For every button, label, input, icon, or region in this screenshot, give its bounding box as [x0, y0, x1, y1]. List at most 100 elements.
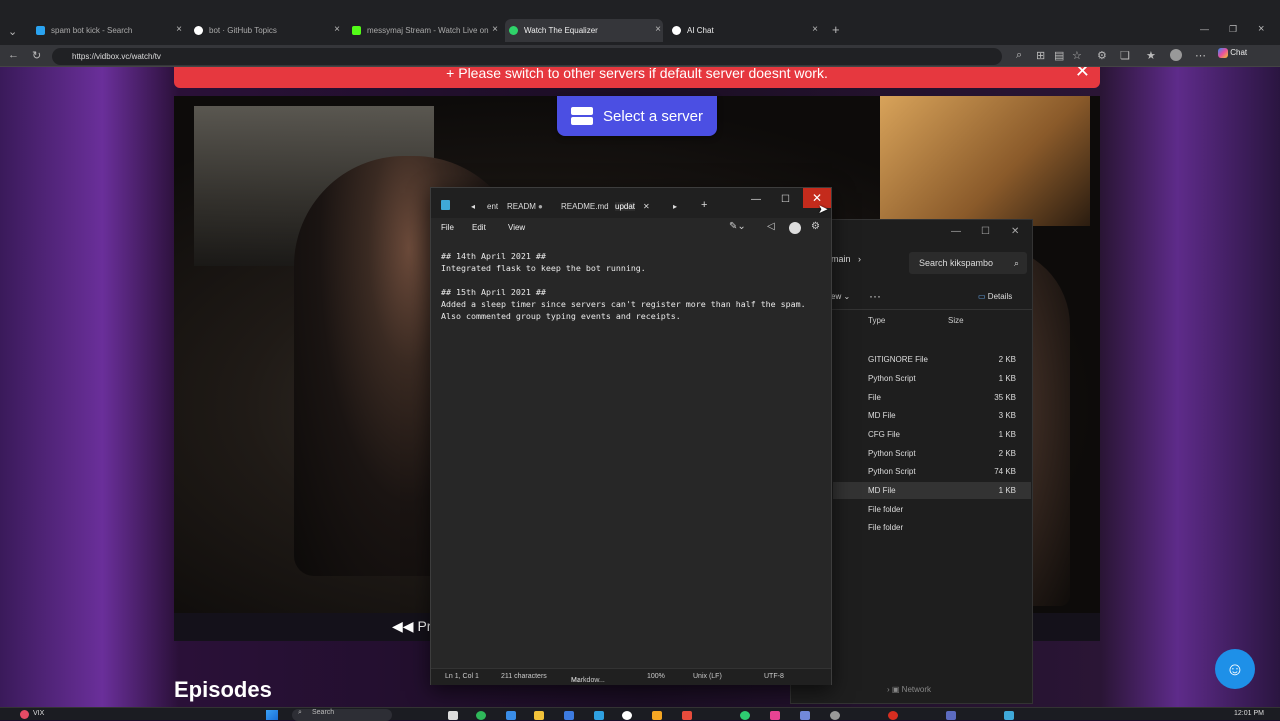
notepad-text-area[interactable]: ## 14th April 2021 ## Integrated flask t…: [441, 250, 829, 322]
notepad-tab[interactable]: README.md: [561, 202, 609, 211]
tab-kick[interactable]: messymaj Stream - Watch Live on ×: [348, 22, 500, 39]
select-server-button[interactable]: Select a server: [557, 96, 717, 136]
minimize-icon[interactable]: —: [751, 194, 761, 205]
new-tab-icon[interactable]: +: [701, 199, 707, 211]
notepad-tab[interactable]: ent: [487, 202, 498, 211]
tab-watch-equalizer[interactable]: Watch The Equalizer ×: [505, 19, 663, 42]
more-icon[interactable]: ···: [869, 289, 881, 303]
app-available-icon[interactable]: ⊞: [1036, 49, 1045, 62]
app-icon[interactable]: [946, 711, 956, 720]
maximize-icon[interactable]: ☐: [781, 194, 790, 205]
refresh-icon[interactable]: ↻: [32, 49, 41, 62]
network-nav-item[interactable]: › ▣ Network: [887, 685, 931, 694]
chatbot-button[interactable]: ☺: [1215, 649, 1255, 689]
view-menu-button[interactable]: ew ⌄: [831, 292, 850, 301]
file-explorer-icon[interactable]: [534, 711, 544, 720]
file-row[interactable]: File 35 KB: [833, 389, 1031, 406]
edge-icon[interactable]: [476, 711, 486, 720]
app-icon[interactable]: [740, 711, 750, 720]
close-icon[interactable]: ✕: [1011, 226, 1019, 237]
zoom-icon[interactable]: ⌕: [1016, 49, 1022, 62]
server-icon: [570, 107, 593, 125]
window-close-icon[interactable]: ×: [1258, 23, 1264, 35]
minimize-icon[interactable]: —: [951, 226, 961, 237]
breadcrumb[interactable]: main ›: [831, 254, 861, 264]
start-windows-icon[interactable]: [266, 710, 278, 720]
close-icon[interactable]: ×: [334, 24, 340, 35]
details-button[interactable]: ▭ Details: [978, 292, 1012, 301]
column-header-type[interactable]: Type: [868, 316, 885, 325]
close-banner-icon[interactable]: ✕: [1075, 67, 1090, 80]
scroll-tabs-left-icon[interactable]: ◂: [471, 202, 475, 211]
close-icon[interactable]: ×: [492, 24, 498, 35]
close-icon[interactable]: ×: [812, 24, 818, 35]
file-row[interactable]: GITIGNORE File 2 KB: [833, 351, 1031, 368]
notepad-tab-active[interactable]: updat: [615, 202, 636, 211]
file-row-selected[interactable]: MD File 1 KB: [833, 482, 1031, 499]
scroll-tabs-right-icon[interactable]: ▸: [673, 202, 677, 211]
menu-view[interactable]: View: [508, 223, 525, 232]
file-row[interactable]: File folder: [833, 501, 1031, 518]
zoom-level[interactable]: 100%: [647, 673, 665, 680]
profile-avatar[interactable]: [1170, 49, 1182, 61]
app-icon[interactable]: [682, 711, 692, 720]
char-count: 211 characters: [501, 673, 547, 680]
close-icon[interactable]: ×: [176, 24, 182, 35]
instagram-icon[interactable]: [770, 711, 780, 720]
formatting-icon[interactable]: ✎⌄: [729, 221, 746, 232]
file-row[interactable]: CFG File 1 KB: [833, 426, 1031, 443]
file-row[interactable]: Python Script 74 KB: [833, 463, 1031, 480]
favorite-icon[interactable]: ☆: [1072, 49, 1082, 62]
copilot-chat-button[interactable]: Chat: [1218, 48, 1247, 58]
tab-github[interactable]: bot · GitHub Topics ×: [190, 22, 342, 39]
search-field[interactable]: Search kikspambo ⌕: [909, 252, 1027, 274]
extensions-icon[interactable]: ⚙: [1097, 49, 1107, 62]
favorites-bar-icon[interactable]: ★: [1146, 49, 1156, 62]
github-icon[interactable]: [622, 711, 632, 720]
app-icon[interactable]: [506, 711, 516, 720]
encoding[interactable]: UTF-8: [764, 673, 784, 680]
close-icon[interactable]: ×: [655, 24, 661, 35]
vscode-icon[interactable]: [594, 711, 604, 720]
tab-list-icon[interactable]: ⌄: [8, 25, 17, 38]
line-ending[interactable]: Unix (LF): [693, 673, 722, 680]
restore-icon[interactable]: ❐: [1229, 24, 1237, 35]
weather-label[interactable]: VIX: [33, 710, 44, 717]
file-size: 1 KB: [998, 486, 1016, 495]
column-header-size[interactable]: Size: [948, 316, 964, 325]
close-tab-icon[interactable]: ✕: [643, 202, 650, 211]
taskbar-search[interactable]: ⌕ Search: [292, 709, 392, 721]
minimize-icon[interactable]: —: [1200, 24, 1209, 34]
kick-favicon-icon: [352, 26, 361, 35]
app-icon[interactable]: [652, 711, 662, 720]
file-row[interactable]: File folder: [833, 519, 1031, 536]
maximize-icon[interactable]: ☐: [981, 226, 990, 237]
file-size: 74 KB: [994, 467, 1016, 476]
notepad-tab[interactable]: READM: [507, 202, 536, 211]
copilot-icon[interactable]: ◁: [767, 221, 775, 232]
reader-icon[interactable]: ▤: [1054, 49, 1064, 62]
back-icon[interactable]: ←: [8, 49, 19, 61]
file-row[interactable]: MD File 3 KB: [833, 407, 1031, 424]
menu-file[interactable]: File: [441, 223, 454, 232]
discord-icon[interactable]: [800, 711, 810, 720]
task-view-icon[interactable]: [448, 711, 458, 720]
settings-gear-icon[interactable]: ⚙: [811, 221, 820, 232]
file-type: Python Script: [868, 467, 916, 476]
settings-icon[interactable]: [830, 711, 840, 720]
account-avatar[interactable]: [789, 222, 801, 234]
clock[interactable]: 12:01 PM: [1234, 710, 1264, 717]
store-icon[interactable]: [564, 711, 574, 720]
file-row[interactable]: Python Script 1 KB: [833, 370, 1031, 387]
opera-icon[interactable]: [888, 711, 898, 720]
url-field[interactable]: https://vidbox.vc/watch/tv: [52, 48, 1002, 65]
tab-search[interactable]: spam bot kick - Search ×: [32, 22, 184, 39]
file-type: File folder: [868, 505, 904, 514]
notepad-taskbar-icon[interactable]: [1004, 711, 1014, 720]
menu-edit[interactable]: Edit: [472, 223, 486, 232]
collections-icon[interactable]: ❏: [1120, 49, 1130, 62]
more-options-icon[interactable]: ⋯: [1195, 49, 1206, 62]
tab-ai-chat[interactable]: AI Chat ×: [668, 22, 820, 39]
new-tab-icon[interactable]: +: [832, 22, 840, 37]
file-row[interactable]: Python Script 2 KB: [833, 445, 1031, 462]
